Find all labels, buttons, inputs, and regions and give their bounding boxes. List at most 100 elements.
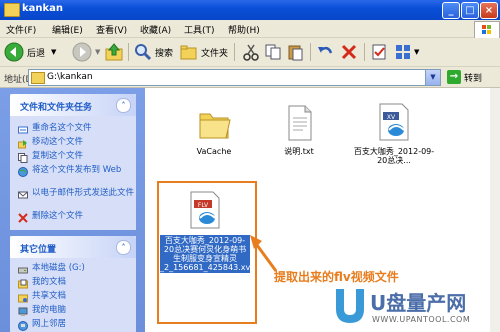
minimize-button[interactable]: _ xyxy=(442,2,460,19)
file-name: VaCache xyxy=(196,147,232,156)
place-shared-documents-label: 共享文档 xyxy=(32,291,67,301)
other-places-title: 其它位置 xyxy=(20,245,57,255)
delete-icon xyxy=(18,213,28,223)
up-folder-button[interactable] xyxy=(104,42,124,62)
chevron-down-icon[interactable]: ▼ xyxy=(51,48,56,56)
task-delete[interactable]: 删除这个文件 xyxy=(18,212,134,223)
watermark-url: WWW.UPANTOOL.COM xyxy=(372,315,471,324)
task-publish-web[interactable]: 将这个文件发布到 Web xyxy=(18,166,134,177)
network-icon xyxy=(18,321,28,331)
file-tasks-header[interactable]: 文件和文件夹任务 ˄ xyxy=(10,94,136,116)
task-delete-label: 删除这个文件 xyxy=(32,211,84,221)
folder-icon xyxy=(199,113,231,139)
delete-button[interactable] xyxy=(340,42,358,62)
move-icon xyxy=(18,140,27,149)
place-my-computer-label: 我的电脑 xyxy=(32,305,67,315)
menu-file[interactable]: 文件(F) xyxy=(6,23,36,36)
task-copy[interactable]: 复制这个文件 xyxy=(18,152,134,163)
highlight-frame xyxy=(157,181,257,324)
task-email-label: 以电子邮件形式发送此文件 xyxy=(32,188,135,198)
file-tasks-title: 文件和文件夹任务 xyxy=(20,103,93,113)
file-name: 说明.txt xyxy=(284,147,314,156)
task-move[interactable]: 移动这个文件 xyxy=(18,138,134,149)
place-my-documents-label: 我的文档 xyxy=(32,277,67,287)
menu-help[interactable]: 帮助(H) xyxy=(228,23,260,36)
paste-button[interactable] xyxy=(286,42,304,62)
forward-button[interactable]: ▼ xyxy=(72,42,100,62)
folders-label: 文件夹 xyxy=(201,48,229,59)
back-button[interactable]: 后退 ▼ xyxy=(4,42,56,62)
place-local-disk[interactable]: 本地磁盘 (G:) xyxy=(18,264,134,275)
chevron-down-icon[interactable]: ▼ xyxy=(95,48,100,56)
svg-text:XV: XV xyxy=(387,114,396,121)
properties-button[interactable] xyxy=(370,42,388,62)
task-move-label: 移动这个文件 xyxy=(32,137,84,147)
folders-icon xyxy=(180,45,197,60)
address-bar: 地址(D) G:\kankan ▼ → 转到 xyxy=(0,67,500,88)
file-item-folder[interactable]: VaCache xyxy=(175,100,253,156)
close-button[interactable]: × xyxy=(480,2,498,19)
copy-icon xyxy=(18,153,28,163)
title-bar[interactable]: kankan _ □ × xyxy=(0,0,500,20)
properties-icon xyxy=(372,44,386,60)
toolbar-separator xyxy=(310,43,311,61)
paste-icon xyxy=(288,45,303,61)
collapse-icon[interactable]: ˄ xyxy=(116,98,131,113)
file-item-text[interactable]: 说明.txt xyxy=(260,100,338,156)
menu-view[interactable]: 查看(V) xyxy=(96,23,127,36)
shared-documents-icon xyxy=(18,294,28,303)
copy-icon xyxy=(265,44,281,60)
menu-bar: 文件(F) 编辑(E) 查看(V) 收藏(A) 工具(T) 帮助(H) xyxy=(0,20,500,38)
go-button[interactable]: → 转到 xyxy=(447,69,482,85)
copy-button[interactable] xyxy=(264,42,282,62)
search-label: 搜索 xyxy=(155,48,174,59)
local-disk-icon xyxy=(18,267,28,274)
cut-button[interactable] xyxy=(242,42,260,62)
up-folder-icon xyxy=(105,43,123,61)
toolbar-separator xyxy=(364,43,365,61)
undo-button[interactable] xyxy=(316,42,334,62)
back-arrow-icon xyxy=(4,42,24,62)
place-shared-documents[interactable]: 共享文档 xyxy=(18,292,134,303)
toolbar-separator xyxy=(128,43,129,61)
scissors-icon xyxy=(243,44,259,61)
go-label: 转到 xyxy=(464,73,483,84)
menu-edit[interactable]: 编辑(E) xyxy=(52,23,83,36)
other-places-header[interactable]: 其它位置 ˄ xyxy=(10,236,136,258)
place-my-computer[interactable]: 我的电脑 xyxy=(18,306,134,317)
arrow-icon xyxy=(250,235,278,272)
search-button[interactable]: 搜索 xyxy=(134,42,173,62)
other-places-panel: 其它位置 ˄ 本地磁盘 (G:) 我的文档 共享文档 我的电脑 网上邻居 xyxy=(10,236,136,332)
folders-button[interactable]: 文件夹 xyxy=(180,42,228,62)
toolbar: 后退 ▼ ▼ 搜索 文件夹 ▼ xyxy=(0,38,500,67)
my-documents-icon xyxy=(18,279,28,289)
collapse-icon[interactable]: ˄ xyxy=(116,240,131,255)
window-title: kankan xyxy=(22,3,64,14)
chevron-down-icon[interactable]: ▼ xyxy=(425,70,440,85)
task-email[interactable]: 以电子邮件形式发送此文件 xyxy=(18,189,134,200)
place-my-documents[interactable]: 我的文档 xyxy=(18,278,134,289)
explorer-window: kankan _ □ × 文件(F) 编辑(E) 查看(V) 收藏(A) 工具(… xyxy=(0,0,500,332)
views-button[interactable]: ▼ xyxy=(394,42,419,62)
folder-icon xyxy=(4,3,20,17)
upantool-logo-icon xyxy=(336,289,364,323)
watermark: U盘量产网 WWW.UPANTOOL.COM xyxy=(330,285,498,331)
watermark-brand: U盘量产网 xyxy=(370,291,467,315)
task-rename[interactable]: 重命名这个文件 xyxy=(18,124,134,135)
annotation-text: 提取出来的flv视频文件 xyxy=(274,270,399,284)
address-input[interactable]: G:\kankan ▼ xyxy=(28,69,441,86)
task-copy-label: 复制这个文件 xyxy=(32,151,84,161)
menu-favorites[interactable]: 收藏(A) xyxy=(140,23,171,36)
my-computer-icon xyxy=(18,307,28,316)
file-tasks-panel: 文件和文件夹任务 ˄ 重命名这个文件 移动这个文件 复制这个文件 将这个文件发布… xyxy=(10,94,136,230)
menu-tools[interactable]: 工具(T) xyxy=(184,23,215,36)
place-network[interactable]: 网上邻居 xyxy=(18,320,134,331)
back-label: 后退 xyxy=(27,48,46,59)
maximize-button[interactable]: □ xyxy=(461,2,479,19)
task-publish-web-label: 将这个文件发布到 Web xyxy=(32,165,122,175)
chevron-down-icon[interactable]: ▼ xyxy=(414,48,419,56)
task-rename-label: 重命名这个文件 xyxy=(32,123,92,133)
file-item-xv[interactable]: XV 百支大咖秀_2012-09-20总决... xyxy=(353,100,435,165)
file-name: 百支大咖秀_2012-09-20总决... xyxy=(353,147,435,165)
views-icon xyxy=(396,45,410,59)
